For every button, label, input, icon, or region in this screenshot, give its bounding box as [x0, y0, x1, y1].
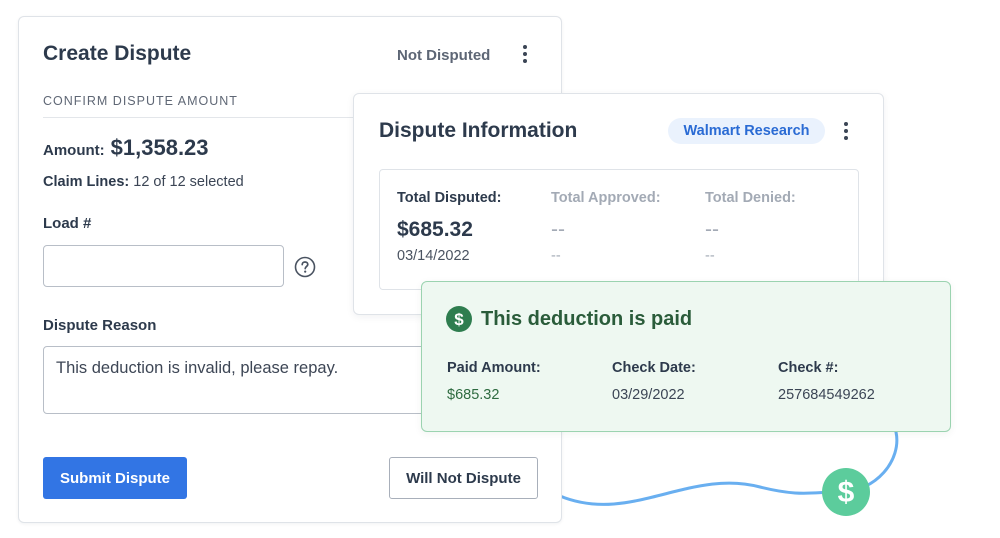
svg-text:$: $ — [838, 476, 855, 509]
check-date-value: 03/29/2022 — [612, 387, 685, 403]
total-denied-value: -- — [705, 218, 719, 241]
dispute-info-menu-icon[interactable] — [837, 119, 855, 143]
check-number-value: 257684549262 — [778, 387, 875, 403]
paid-amount-field: Paid Amount: $685.32 — [447, 360, 541, 403]
load-number-label: Load # — [43, 215, 92, 232]
claim-lines-label: Claim Lines: — [43, 174, 130, 190]
paid-amount-value: $685.32 — [447, 387, 500, 403]
dispute-reason-label: Dispute Reason — [43, 317, 157, 334]
check-date-field: Check Date: 03/29/2022 — [612, 360, 696, 403]
check-number-label: Check #: — [778, 360, 839, 376]
load-number-input[interactable] — [43, 245, 284, 287]
confirm-amount-section-label: CONFIRM DISPUTE AMOUNT — [43, 94, 238, 108]
total-denied-stat: Total Denied: -- -- — [705, 190, 796, 264]
amount-label: Amount: — [43, 142, 105, 159]
submit-dispute-button[interactable]: Submit Dispute — [43, 457, 187, 499]
dispute-reason-textarea[interactable]: This deduction is invalid, please repay. — [43, 346, 463, 414]
total-disputed-date: 03/14/2022 — [397, 248, 470, 264]
question-circle-icon[interactable] — [294, 256, 316, 278]
amount-row: Amount: $1,358.23 — [43, 135, 209, 161]
create-dispute-title: Create Dispute — [43, 42, 192, 65]
will-not-dispute-button[interactable]: Will Not Dispute — [389, 457, 538, 499]
total-approved-stat: Total Approved: -- -- — [551, 190, 661, 264]
dollar-coin-icon: $ — [822, 468, 870, 516]
total-denied-label: Total Denied: — [705, 190, 796, 206]
total-denied-date: -- — [705, 248, 715, 264]
dispute-information-title: Dispute Information — [379, 119, 578, 142]
svg-text:$: $ — [454, 310, 464, 329]
amount-value: $1,358.23 — [110, 135, 209, 160]
customer-badge: Walmart Research — [668, 118, 825, 144]
total-approved-date: -- — [551, 248, 561, 264]
deduction-paid-card: $ This deduction is paid Paid Amount: $6… — [421, 281, 951, 432]
deduction-paid-title: This deduction is paid — [481, 308, 693, 330]
total-disputed-stat: Total Disputed: $685.32 03/14/2022 — [397, 190, 501, 264]
dispute-totals-panel: Total Disputed: $685.32 03/14/2022 Total… — [379, 169, 859, 290]
check-date-label: Check Date: — [612, 360, 696, 376]
section-divider — [43, 117, 373, 118]
total-disputed-label: Total Disputed: — [397, 190, 502, 206]
total-approved-value: -- — [551, 218, 565, 241]
dispute-status: Not Disputed — [397, 47, 491, 64]
check-number-field: Check #: 257684549262 — [778, 360, 875, 403]
claim-lines-row: Claim Lines: 12 of 12 selected — [43, 174, 244, 190]
total-disputed-value: $685.32 — [397, 218, 473, 241]
claim-lines-value: 12 of 12 selected — [133, 174, 244, 190]
stage: Create Dispute Not Disputed CONFIRM DISP… — [0, 0, 1000, 538]
paid-amount-label: Paid Amount: — [447, 360, 541, 376]
dollar-circle-icon: $ — [446, 306, 472, 332]
create-dispute-menu-icon[interactable] — [516, 42, 534, 66]
total-approved-label: Total Approved: — [551, 190, 661, 206]
